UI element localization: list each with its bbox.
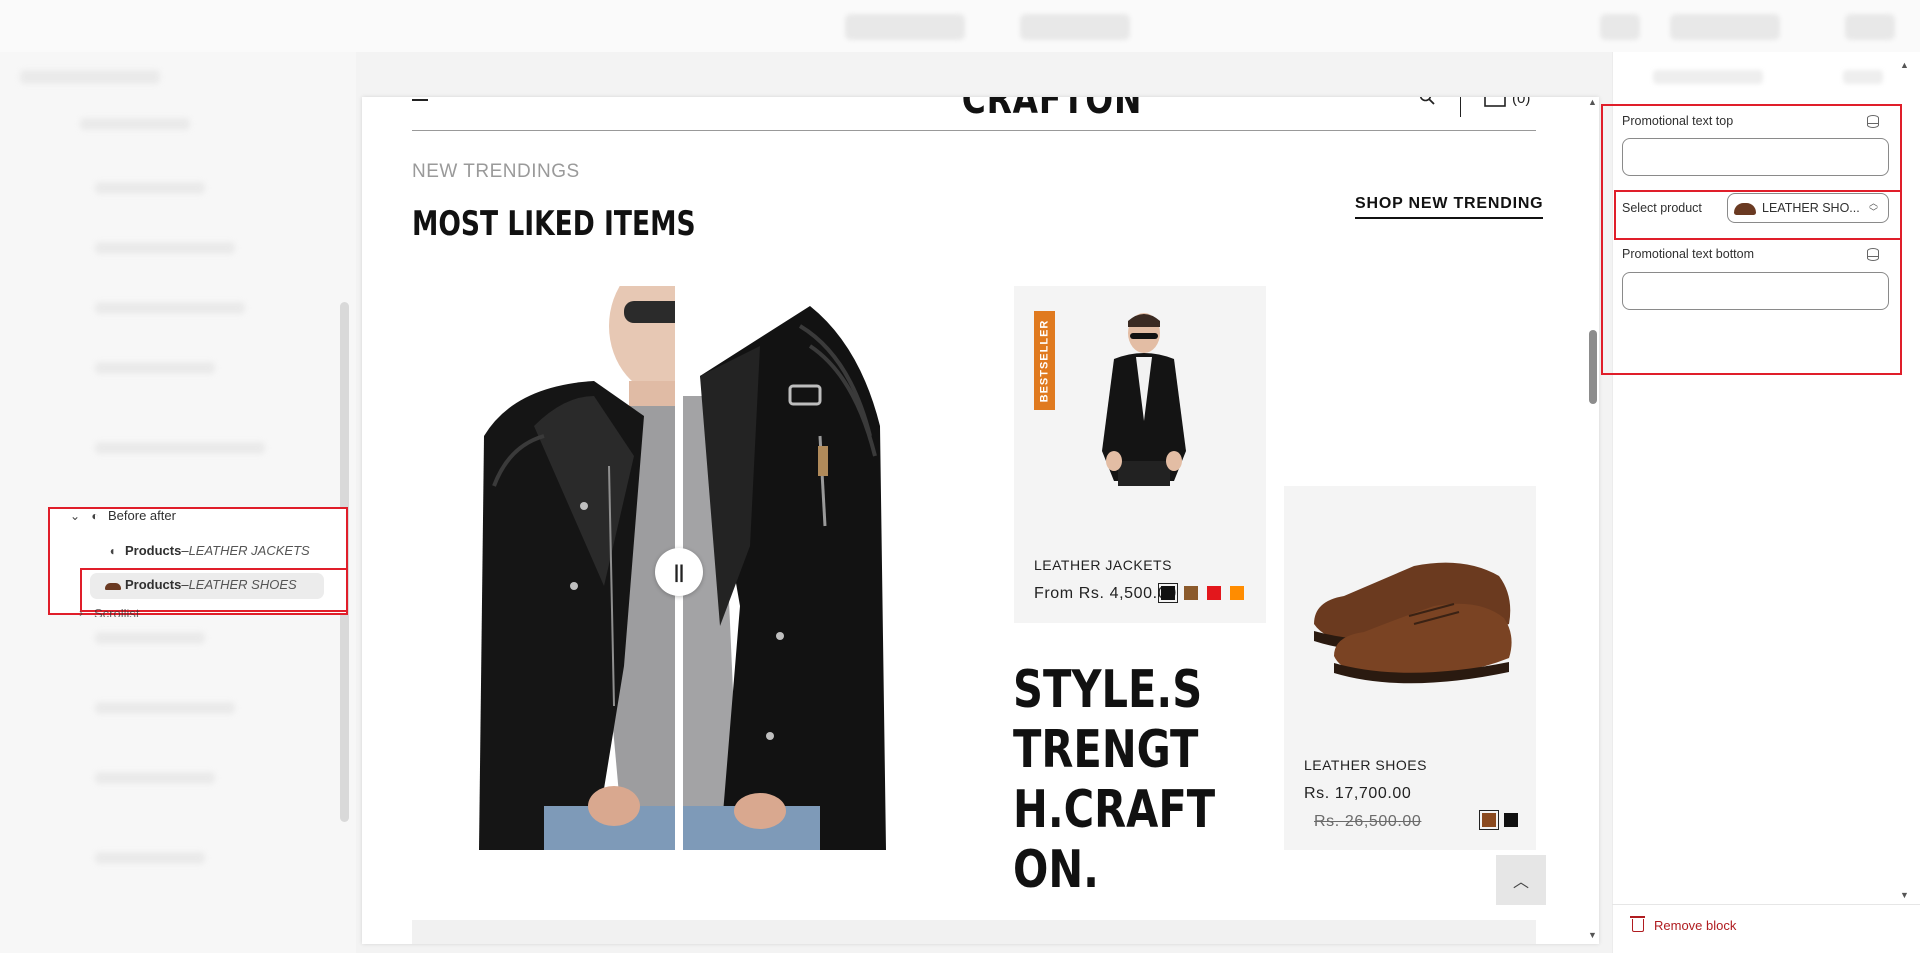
jacket-thumb-icon: ◖ [108,543,116,558]
jacket-product-image [1102,313,1186,486]
product-card-shoes[interactable]: LEATHER SHOES Rs. 17,700.00 Rs. 26,500.0… [1284,486,1536,850]
scroll-up-arrow-icon[interactable]: ▲ [1900,60,1909,70]
blurred-item [95,242,235,254]
color-swatch-red[interactable] [1207,586,1221,600]
product-price: From Rs. 4,500.00 [1034,585,1177,602]
blurred-item [20,70,160,84]
product-picker[interactable]: LEATHER SHO... ︿ ﹀ [1727,193,1889,223]
select-product-label: Select product [1622,201,1702,215]
product-card-jackets[interactable]: BESTSELLER LEATHER JACKETS From Rs. 4,50… [1014,286,1266,623]
top-bar-blurred-control [1600,14,1640,40]
product-name[interactable]: LEATHER JACKETS [1034,557,1172,573]
after-image [680,286,886,850]
blurred-panel-header [1653,70,1763,84]
blurred-panel-header [1843,70,1883,84]
product-compare-price: Rs. 26,500.00 [1314,813,1422,830]
brand-tagline: STYLE.STRENGTH.CRAFTON. [1013,660,1216,900]
store-logo[interactable]: CRAFTON [929,97,1175,123]
blurred-item [80,118,190,130]
storefront-preview: CRAFTON (0) NEW TRENDINGS MOST LIKED ITE… [362,97,1599,944]
top-bar-blurred-control [1670,14,1780,40]
menu-icon[interactable] [412,97,428,101]
blurred-item [95,442,265,454]
tree-item-label: Before after [108,508,176,523]
tree-item-type: Products [125,543,182,558]
tree-item-products-jackets[interactable]: ◖ Products – LEATHER JACKETS [105,543,310,558]
promo-top-label: Promotional text top [1622,114,1734,128]
top-bar-blurred-control [845,14,965,40]
color-swatch-brown[interactable] [1479,810,1499,830]
promo-top-input[interactable] [1622,138,1889,176]
tree-item-before-after[interactable]: ⌄ ◐ Before after [68,508,176,523]
remove-block-label: Remove block [1654,918,1737,933]
product-price: Rs. 17,700.00 [1304,785,1412,802]
color-swatch-black[interactable] [1504,813,1518,827]
selected-product-name: LEATHER SHO... [1762,201,1860,215]
shoes-product-image [1314,562,1512,684]
preview-scrollbar-track[interactable] [1586,97,1596,944]
before-image [474,286,680,850]
header-divider [1460,97,1461,117]
panel-footer-divider [1612,904,1920,905]
blurred-item [95,772,215,784]
selected-block-highlight [80,568,348,612]
chevron-up-icon[interactable]: ︿ [1496,855,1546,905]
bestseller-badge: BESTSELLER [1034,311,1055,410]
promo-bottom-input[interactable] [1622,272,1889,310]
scroll-down-arrow-icon[interactable]: ▼ [1900,890,1909,900]
blurred-item [95,702,235,714]
block-icon: ◐ [91,508,99,523]
section-title: MOST LIKED ITEMS [412,204,696,244]
top-bar-blurred-control [1020,14,1130,40]
remove-block-button[interactable]: Remove block [1630,916,1737,933]
search-icon[interactable] [1419,97,1435,105]
cart-count[interactable]: (0) [1512,97,1530,107]
tree-item-next[interactable]: › Scrollist [74,609,140,617]
top-bar-blurred-control [1845,14,1895,40]
next-section-strip [412,920,1536,944]
tree-item-label: Scrollist [94,609,140,617]
dynamic-source-icon[interactable] [1867,115,1879,128]
scroll-up-arrow-icon[interactable]: ▲ [1588,97,1597,107]
header-divider-line [412,130,1536,131]
editor-top-bar [0,0,1920,52]
color-swatch-orange[interactable] [1230,586,1244,600]
promo-bottom-label: Promotional text bottom [1622,247,1755,261]
blurred-item [95,852,205,864]
blurred-item [95,632,205,644]
bag-icon[interactable] [1484,97,1506,107]
section-eyebrow: NEW TRENDINGS [412,161,580,182]
preview-scrollbar-thumb[interactable] [1589,330,1597,404]
blurred-item [95,182,205,194]
product-name[interactable]: LEATHER SHOES [1304,757,1427,773]
color-swatch-brown[interactable] [1184,586,1198,600]
chevron-down-icon[interactable]: ⌄ [68,509,82,523]
pause-bars-icon[interactable]: || [655,548,703,596]
chevron-right-icon: › [79,609,83,617]
color-swatch-black[interactable] [1158,583,1178,603]
tree-item-name: LEATHER JACKETS [188,543,310,558]
before-after-slider[interactable]: || [474,286,886,850]
shop-new-trending-link[interactable]: SHOP NEW TRENDING [1355,195,1544,219]
scroll-down-arrow-icon[interactable]: ▼ [1588,930,1597,940]
shoe-thumb-icon [1732,197,1758,219]
blurred-item [95,302,245,314]
trash-icon [1630,916,1645,932]
tree-item-separator: – [181,543,189,558]
blurred-item [95,362,215,374]
sections-sidebar [0,52,356,953]
chevron-updown-icon: ︿ ﹀ [1868,198,1878,217]
dynamic-source-icon[interactable] [1867,248,1879,261]
